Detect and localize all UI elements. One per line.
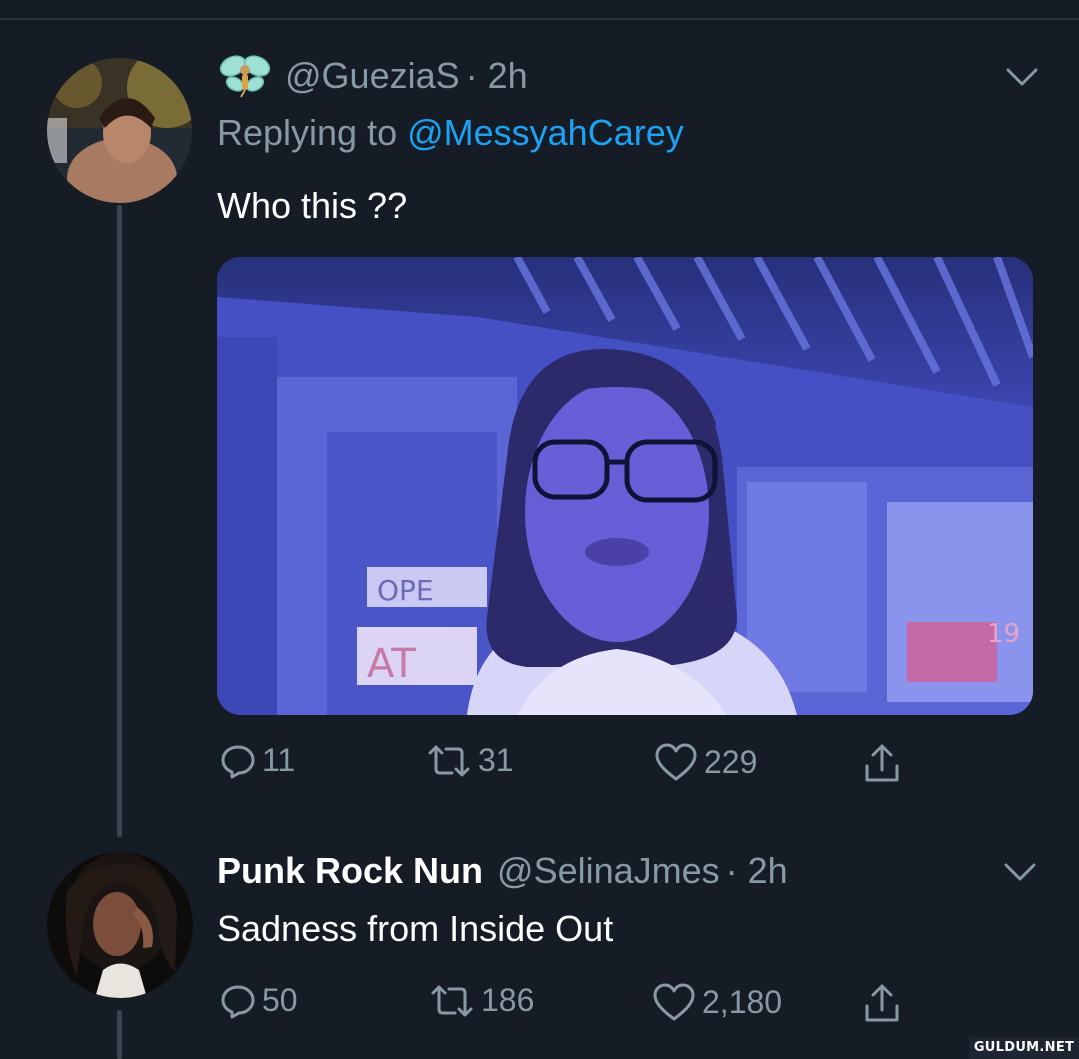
tweet-header: Punk Rock Nun @SelinaJmes · 2h xyxy=(217,849,788,893)
divider xyxy=(0,18,1079,20)
avatar[interactable] xyxy=(47,58,192,203)
reply-button[interactable]: 50 xyxy=(220,982,298,1019)
fairy-emoji-icon xyxy=(217,54,273,98)
retweet-icon xyxy=(429,983,475,1019)
reply-icon xyxy=(220,983,256,1019)
tweet-header: @GueziaS · 2h xyxy=(217,54,528,98)
sign-text: 19 xyxy=(987,619,1020,649)
user-handle[interactable]: @GueziaS xyxy=(285,55,460,97)
chevron-down-icon[interactable] xyxy=(1002,62,1042,92)
share-button[interactable] xyxy=(864,742,900,784)
tweet-actions: 50 186 2,180 xyxy=(217,982,917,1032)
tweet-text: Sadness from Inside Out xyxy=(217,908,614,949)
reply-button[interactable]: 11 xyxy=(220,742,295,779)
retweet-button[interactable]: 31 xyxy=(426,742,514,779)
heart-icon xyxy=(654,742,698,782)
share-icon xyxy=(864,742,900,784)
thread-line xyxy=(117,205,122,837)
retweet-count: 31 xyxy=(478,742,514,778)
like-count: 229 xyxy=(704,743,758,780)
tweet-text: Who this ?? xyxy=(217,185,408,226)
retweet-count: 186 xyxy=(481,982,535,1018)
display-name[interactable]: Punk Rock Nun xyxy=(217,850,483,892)
sign-text: AT xyxy=(367,641,416,687)
reply-icon xyxy=(220,743,256,779)
sign-text: OPE xyxy=(377,574,434,607)
replying-prefix: Replying to xyxy=(217,112,398,153)
share-icon xyxy=(864,982,900,1024)
user-handle[interactable]: @SelinaJmes xyxy=(497,850,720,892)
reply-count: 50 xyxy=(262,982,298,1018)
tweet-media[interactable]: OPE AT 19 xyxy=(217,257,1033,715)
retweet-icon xyxy=(426,743,472,779)
watermark: GULDUM.NET xyxy=(969,1037,1079,1059)
share-button[interactable] xyxy=(864,982,900,1024)
heart-icon xyxy=(652,982,696,1022)
avatar[interactable] xyxy=(47,852,193,998)
timestamp[interactable]: · 2h xyxy=(466,55,528,97)
replying-to-link[interactable]: @MessyahCarey xyxy=(407,112,684,154)
chevron-down-icon[interactable] xyxy=(1000,857,1040,887)
reply-count: 11 xyxy=(262,742,296,778)
replying-to-line: Replying to @MessyahCarey xyxy=(217,111,684,155)
retweet-button[interactable]: 186 xyxy=(429,982,534,1019)
like-button[interactable]: 2,180 xyxy=(652,982,782,1022)
timeline: @GueziaS · 2h Replying to @MessyahCarey … xyxy=(0,0,1079,1059)
like-count: 2,180 xyxy=(702,983,783,1020)
tweet-actions: 11 31 229 xyxy=(217,742,917,792)
thread-line xyxy=(117,1010,122,1059)
like-button[interactable]: 229 xyxy=(654,742,757,782)
timestamp[interactable]: · 2h xyxy=(726,850,788,892)
